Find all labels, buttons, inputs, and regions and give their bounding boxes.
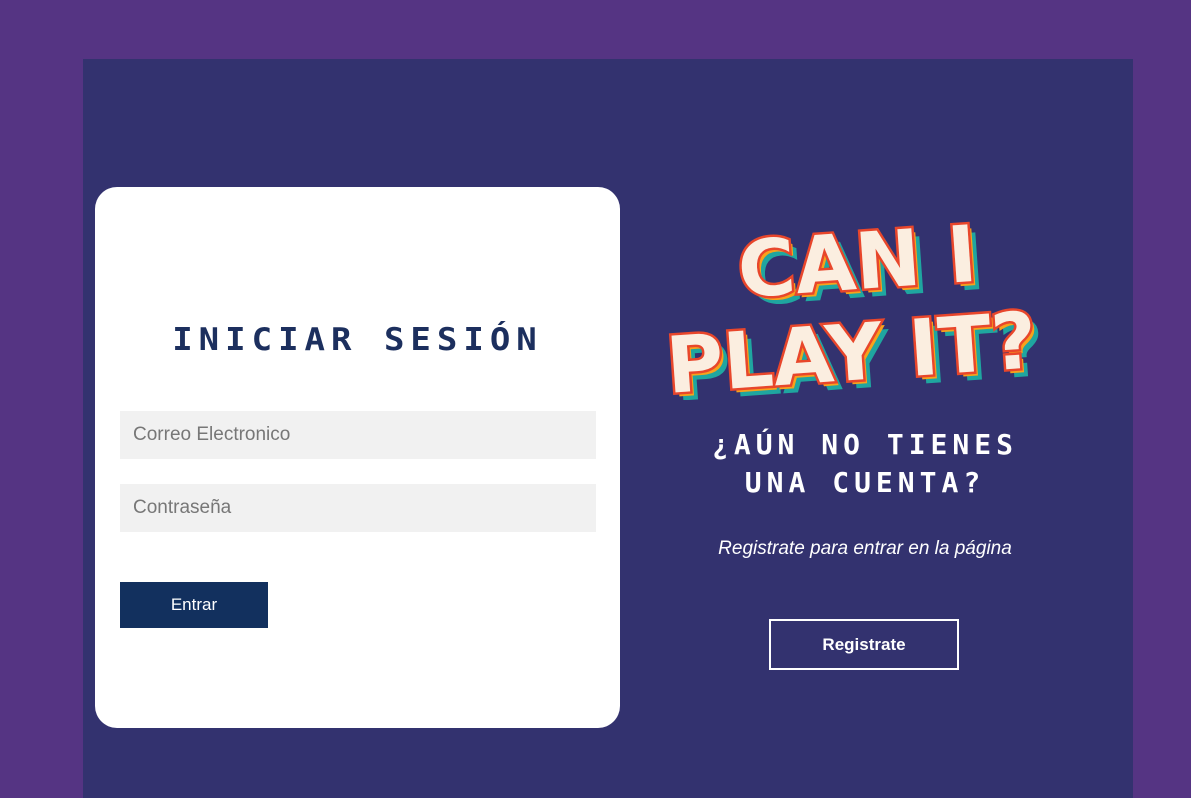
email-input[interactable] [120, 411, 596, 459]
login-button[interactable]: Entrar [120, 582, 268, 628]
can-i-play-it-logo: CAN I CAN I CAN I PLAY IT? PLAY IT? PLAY… [668, 207, 1046, 400]
password-input[interactable] [120, 484, 596, 532]
register-heading-line1: ¿AÚN NO TIENES [711, 428, 1018, 461]
logo-line1: CAN I [735, 210, 980, 316]
register-description: Registrate para entrar en la página [718, 538, 1012, 559]
login-title: INICIAR SESIÓN [172, 321, 543, 359]
register-heading-line2: UNA CUENTA? [744, 466, 986, 499]
register-button[interactable]: Registrate [769, 619, 959, 670]
logo-line2: PLAY IT? [668, 296, 1040, 400]
register-heading: ¿AÚN NO TIENES UNA CUENTA? [660, 426, 1070, 502]
